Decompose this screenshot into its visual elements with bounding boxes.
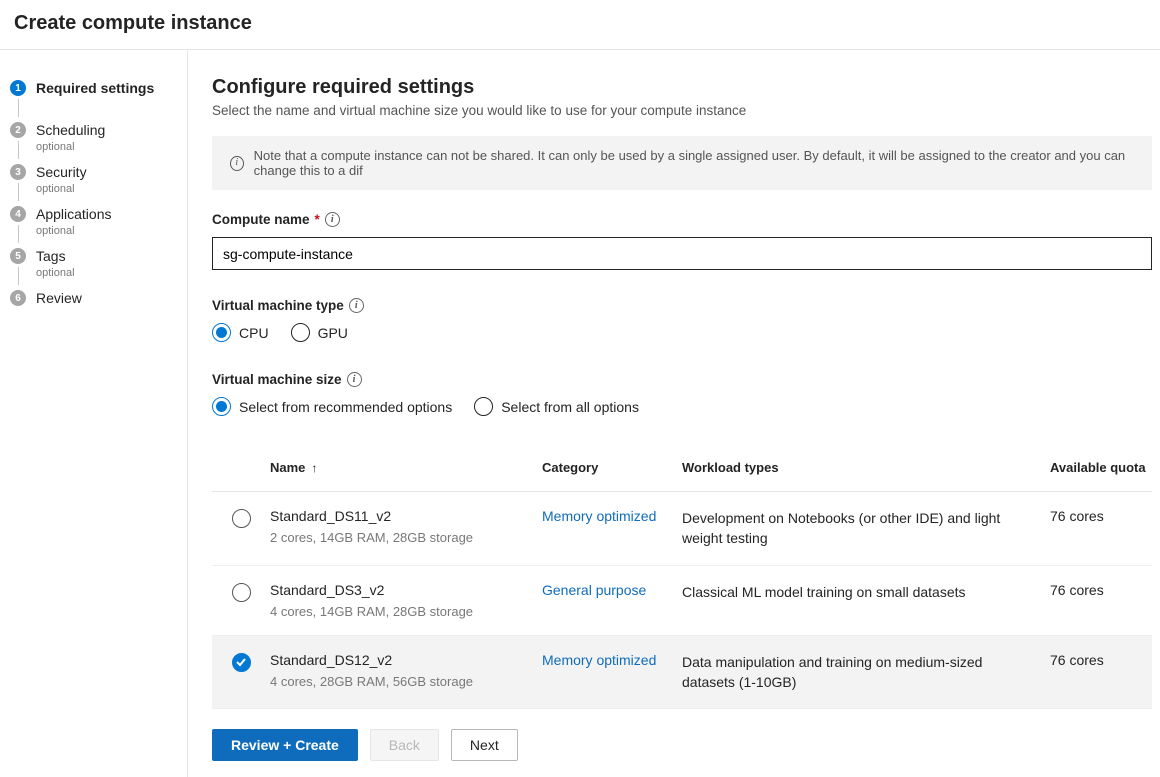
vm-name: Standard_DS12_v2: [270, 652, 530, 668]
step-number-icon: 1: [10, 80, 26, 96]
vm-size-label: Virtual machine size: [212, 372, 1160, 387]
vm-name: Standard_DS3_v2: [270, 582, 530, 598]
step-number-icon: 3: [10, 164, 26, 180]
vm-size-option-select-from-all-options[interactable]: Select from all options: [474, 397, 639, 416]
info-icon[interactable]: [349, 298, 364, 313]
radio-icon[interactable]: [232, 509, 251, 528]
checkmark-icon[interactable]: [232, 653, 251, 672]
info-icon[interactable]: [325, 212, 340, 227]
wizard-step-required-settings[interactable]: 1 Required settings: [10, 80, 187, 120]
step-optional-text: optional: [36, 225, 112, 237]
step-label: Applications: [36, 206, 112, 222]
wizard-step-scheduling[interactable]: 2 Scheduling optional: [10, 122, 187, 162]
wizard-footer: Review + Create Back Next: [188, 717, 1160, 777]
wizard-step-review[interactable]: 6 Review: [10, 290, 187, 306]
vm-quota: 76 cores: [1050, 508, 1152, 524]
th-name-text: Name: [270, 460, 305, 475]
compute-name-label: Compute name *: [212, 212, 1160, 227]
step-optional-text: optional: [36, 141, 105, 153]
compute-name-label-text: Compute name: [212, 212, 310, 227]
radio-label: Select from recommended options: [239, 399, 452, 415]
radio-icon: [474, 397, 493, 416]
back-button: Back: [370, 729, 439, 761]
vm-type-option-cpu[interactable]: CPU: [212, 323, 269, 342]
step-label: Review: [36, 290, 82, 306]
review-create-button[interactable]: Review + Create: [212, 729, 358, 761]
vm-category-link[interactable]: Memory optimized: [542, 508, 656, 524]
required-asterisk: *: [315, 212, 320, 227]
step-number-icon: 4: [10, 206, 26, 222]
page-title: Create compute instance: [14, 12, 1144, 35]
compute-name-input[interactable]: [212, 237, 1152, 270]
th-name[interactable]: Name ↑: [270, 460, 542, 475]
vm-quota: 76 cores: [1050, 582, 1152, 598]
radio-icon: [212, 397, 231, 416]
vm-type-label-text: Virtual machine type: [212, 298, 344, 313]
vm-spec: 4 cores, 14GB RAM, 28GB storage: [270, 604, 530, 619]
step-optional-text: optional: [36, 183, 87, 195]
vm-spec: 2 cores, 14GB RAM, 28GB storage: [270, 530, 530, 545]
vm-name: Standard_DS11_v2: [270, 508, 530, 524]
vm-workload: Data manipulation and training on medium…: [682, 652, 1038, 693]
wizard-step-security[interactable]: 3 Security optional: [10, 164, 187, 204]
th-quota[interactable]: Available quota: [1050, 460, 1152, 475]
wizard-step-tags[interactable]: 5 Tags optional: [10, 248, 187, 288]
vm-workload: Classical ML model training on small dat…: [682, 582, 1038, 602]
wizard-step-applications[interactable]: 4 Applications optional: [10, 206, 187, 246]
th-workload[interactable]: Workload types: [682, 460, 1050, 475]
step-number-icon: 5: [10, 248, 26, 264]
radio-label: Select from all options: [501, 399, 639, 415]
section-title: Configure required settings: [212, 76, 1160, 99]
radio-icon[interactable]: [232, 583, 251, 602]
next-button[interactable]: Next: [451, 729, 518, 761]
step-label: Security: [36, 164, 87, 180]
table-row[interactable]: Standard_DS11_v2 2 cores, 14GB RAM, 28GB …: [212, 492, 1152, 566]
sort-ascending-icon: ↑: [311, 461, 317, 475]
vm-type-label: Virtual machine type: [212, 298, 1160, 313]
vm-size-table: Name ↑ Category Workload types Available…: [212, 446, 1152, 717]
wizard-sidebar: 1 Required settings 2 Scheduling optional 3 Se…: [0, 50, 188, 777]
radio-icon: [291, 323, 310, 342]
th-category[interactable]: Category: [542, 460, 682, 475]
info-banner: Note that a compute instance can not be …: [212, 136, 1152, 190]
vm-spec: 4 cores, 28GB RAM, 56GB storage: [270, 674, 530, 689]
section-subtitle: Select the name and virtual machine size…: [212, 103, 1160, 118]
info-banner-text: Note that a compute instance can not be …: [254, 148, 1134, 178]
vm-category-link[interactable]: General purpose: [542, 582, 646, 598]
radio-label: CPU: [239, 325, 269, 341]
info-icon[interactable]: [347, 372, 362, 387]
vm-quota: 76 cores: [1050, 652, 1152, 668]
vm-workload: Development on Notebooks (or other IDE) …: [682, 508, 1038, 549]
table-row[interactable]: Standard_DS12_v2 4 cores, 28GB RAM, 56GB …: [212, 636, 1152, 710]
info-icon: [230, 156, 244, 171]
vm-size-label-text: Virtual machine size: [212, 372, 342, 387]
radio-icon: [212, 323, 231, 342]
vm-category-link[interactable]: Memory optimized: [542, 652, 656, 668]
step-label: Scheduling: [36, 122, 105, 138]
table-row[interactable]: Standard_D13_v2Memory optimizedData mani…: [212, 709, 1152, 717]
radio-label: GPU: [318, 325, 348, 341]
step-label: Tags: [36, 248, 75, 264]
table-header-row: Name ↑ Category Workload types Available…: [212, 446, 1152, 492]
step-label: Required settings: [36, 80, 154, 96]
vm-type-option-gpu[interactable]: GPU: [291, 323, 348, 342]
vm-size-option-select-from-recommended-options[interactable]: Select from recommended options: [212, 397, 452, 416]
step-optional-text: optional: [36, 267, 75, 279]
step-number-icon: 6: [10, 290, 26, 306]
table-row[interactable]: Standard_DS3_v2 4 cores, 14GB RAM, 28GB s…: [212, 566, 1152, 636]
step-number-icon: 2: [10, 122, 26, 138]
